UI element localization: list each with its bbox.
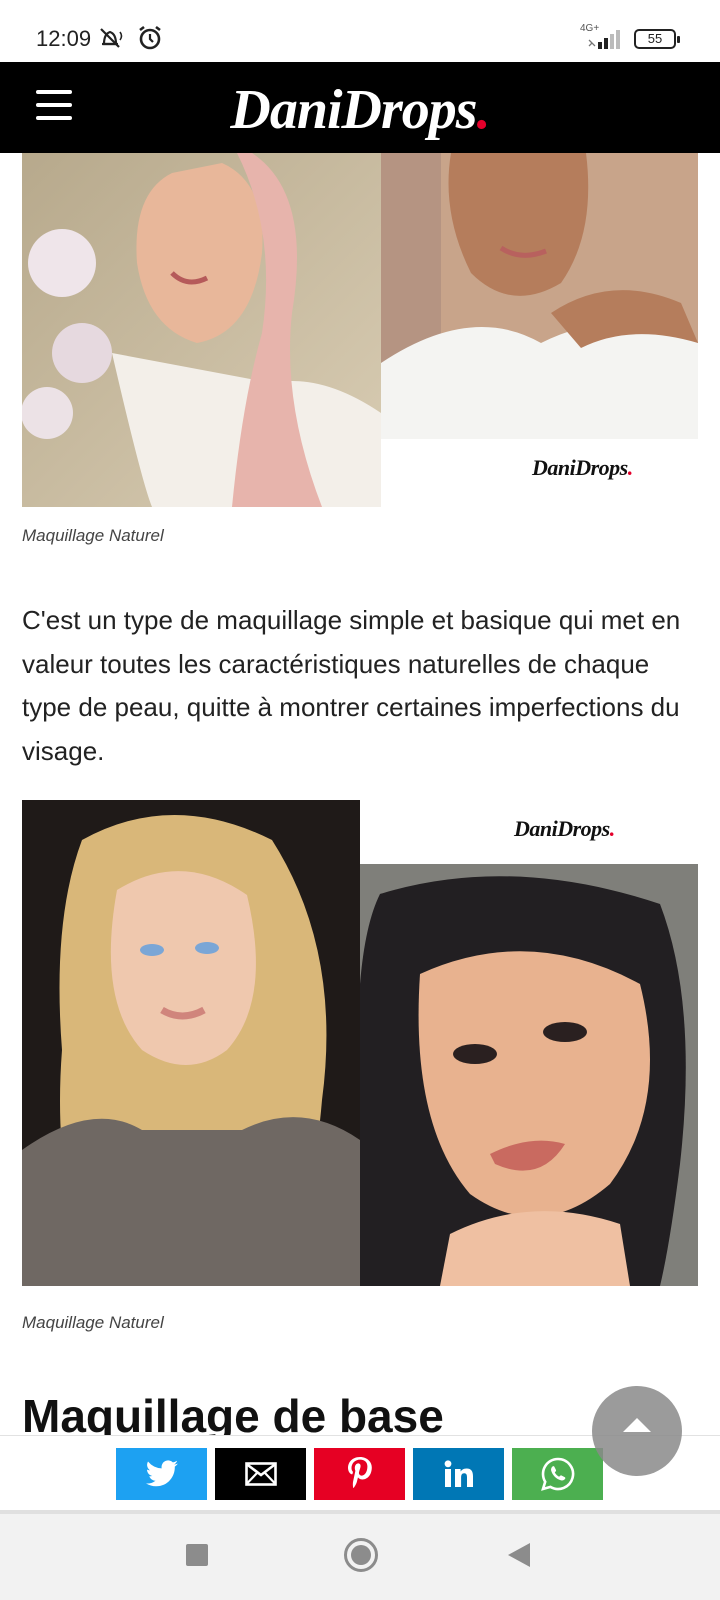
share-twitter-button[interactable] — [116, 1448, 207, 1500]
share-email-button[interactable] — [215, 1448, 306, 1500]
share-linkedin-button[interactable] — [413, 1448, 504, 1500]
back-icon[interactable] — [508, 1543, 530, 1567]
divider — [0, 1510, 720, 1514]
status-bar: 12:09 4G+ 55 — [0, 0, 720, 62]
notifications-muted-icon — [96, 24, 126, 57]
alarm-icon — [136, 24, 164, 57]
image-caption: Maquillage Naturel — [22, 1313, 164, 1332]
blonde-woman-photo — [22, 800, 360, 1286]
woman-pink-headscarf-photo — [22, 153, 381, 507]
article-image-1: DaniDrops. — [22, 153, 698, 507]
whatsapp-icon — [540, 1457, 574, 1491]
section-heading: Maquillage de base — [22, 1390, 444, 1435]
status-time: 12:09 — [36, 26, 92, 51]
linkedin-in-icon — [444, 1460, 473, 1487]
signal-strength-icon — [586, 28, 626, 50]
article-image-2: DaniDrops. — [22, 800, 698, 1286]
image-watermark: DaniDrops. — [532, 455, 633, 480]
pinterest-p-icon — [347, 1457, 372, 1489]
logo-dot: . — [476, 79, 491, 141]
envelope-icon — [244, 1462, 277, 1486]
woman-white-shirt-photo — [381, 153, 698, 439]
recent-apps-icon[interactable] — [186, 1544, 208, 1566]
dark-haired-woman-photo — [360, 864, 698, 1286]
article-content: DaniDrops. Maquillage Naturel C'est un t… — [0, 153, 720, 1435]
image-caption: Maquillage Naturel — [22, 526, 164, 545]
twitter-bird-icon — [145, 1460, 178, 1487]
logo-text: DaniDrops — [230, 79, 477, 141]
article-paragraph: C'est un type de maquillage simple et ba… — [22, 605, 681, 766]
home-icon[interactable] — [344, 1538, 378, 1572]
image-watermark: DaniDrops. — [514, 816, 615, 841]
battery-icon: 55 — [634, 29, 680, 49]
share-whatsapp-button[interactable] — [512, 1448, 603, 1500]
site-header: DaniDrops. — [0, 62, 720, 153]
share-pinterest-button[interactable] — [314, 1448, 405, 1500]
scroll-to-top-button[interactable] — [592, 1386, 682, 1476]
site-logo[interactable]: DaniDrops. — [0, 82, 720, 138]
